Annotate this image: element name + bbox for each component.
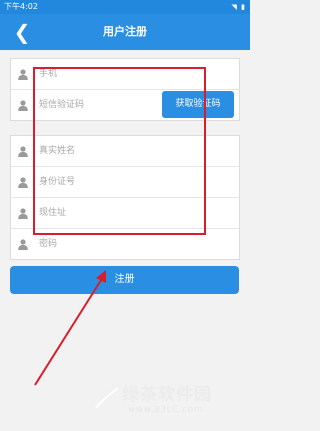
watermark-logo-icon [95,382,122,409]
address-placeholder: 现住址 [39,208,67,218]
page-title: 用户注册 [103,25,147,38]
real-name-placeholder: 真实姓名 [39,146,76,156]
user-icon [17,99,29,111]
password-field[interactable]: 密码 [11,229,239,259]
user-icon [17,145,29,157]
user-icon [17,68,29,80]
id-number-field[interactable]: 身份证号 [11,167,239,198]
watermark-url: www.33LC.com [128,405,203,415]
user-icon [17,207,29,219]
user-icon [17,238,29,250]
password-placeholder: 密码 [39,239,58,249]
sms-code-placeholder: 短信验证码 [39,100,85,110]
status-icons: ◥ ▮ [231,3,246,11]
identity-group: 真实姓名 身份证号 现住址 密码 [10,135,240,260]
get-code-button[interactable]: 获取验证码 [162,91,234,118]
id-number-placeholder: 身份证号 [39,177,76,187]
real-name-field[interactable]: 真实姓名 [11,136,239,167]
app-header: ❮ 用户注册 [0,14,250,50]
user-icon [17,176,29,188]
address-field[interactable]: 现住址 [11,198,239,229]
watermark: 绿茶软件园 www.33LC.com [92,378,242,428]
phone-placeholder: 手机 [39,69,58,79]
status-bar: 下午4:02 ◥ ▮ [0,0,250,14]
watermark-name: 绿茶软件园 [122,385,212,405]
register-button[interactable]: 注册 [10,266,239,294]
phone-field[interactable]: 手机 [11,59,239,90]
status-time: 下午4:02 [4,2,38,11]
